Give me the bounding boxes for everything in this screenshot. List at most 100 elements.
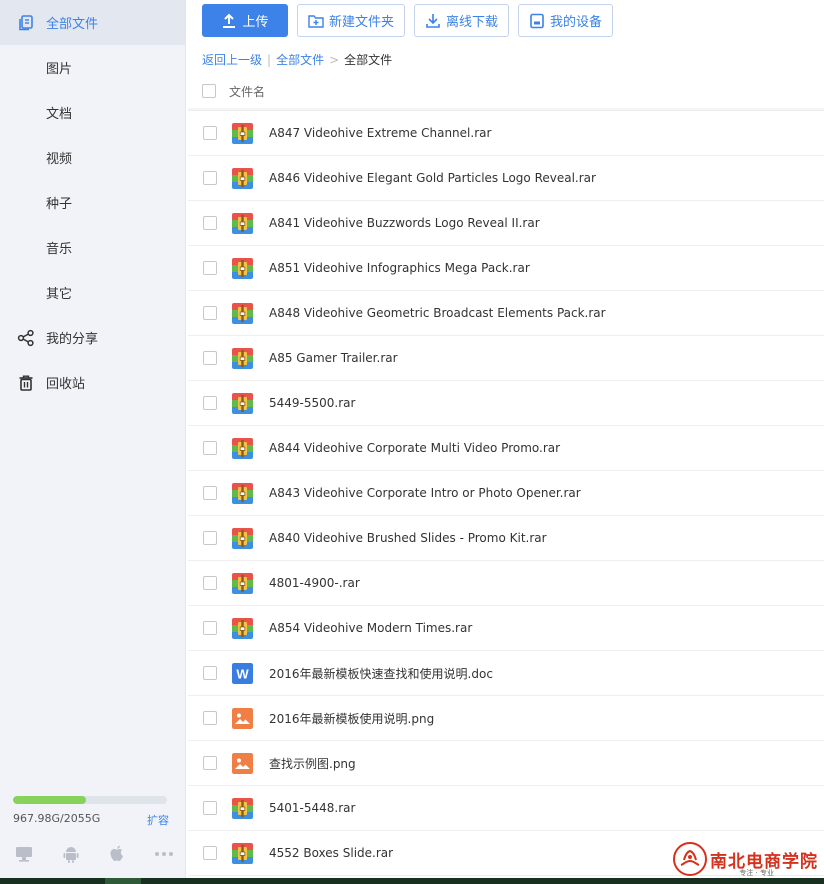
file-name[interactable]: A85 Gamer Trailer.rar — [269, 351, 398, 365]
file-row[interactable]: A85 Gamer Trailer.rar — [188, 336, 824, 381]
file-name[interactable]: A854 Videohive Modern Times.rar — [269, 621, 472, 635]
file-row[interactable]: A851 Videohive Infographics Mega Pack.ra… — [188, 246, 824, 291]
sidebar-nav: 全部文件 图片 文档 视频 种子 音乐 其它 我的分享 回收站 — [0, 0, 185, 405]
file-row[interactable]: 5401-5448.rar — [188, 786, 824, 831]
file-name[interactable]: A847 Videohive Extreme Channel.rar — [269, 126, 491, 140]
offline-download-button[interactable]: 离线下载 — [414, 4, 510, 37]
upload-button[interactable]: 上传 — [202, 4, 288, 37]
share-icon — [17, 329, 34, 346]
file-name[interactable]: A846 Videohive Elegant Gold Particles Lo… — [269, 171, 596, 185]
archive-file-icon — [232, 437, 253, 459]
desktop-icon[interactable] — [14, 844, 34, 864]
sidebar-item-recycle-bin[interactable]: 回收站 — [0, 360, 185, 405]
file-row-checkbox[interactable] — [203, 171, 217, 185]
file-row[interactable]: W 2016年最新模板快速查找和使用说明.doc — [188, 651, 824, 696]
file-row-checkbox[interactable] — [203, 576, 217, 590]
storage-usage: 967.98G/2055G 扩容 — [13, 796, 169, 828]
file-name[interactable]: 4801-4900-.rar — [269, 576, 360, 590]
apple-icon[interactable] — [107, 844, 127, 864]
file-row[interactable]: A844 Videohive Corporate Multi Video Pro… — [188, 426, 824, 471]
file-row-checkbox[interactable] — [203, 756, 217, 770]
more-icon[interactable] — [154, 844, 174, 864]
new-folder-button[interactable]: 新建文件夹 — [297, 4, 406, 37]
sidebar-item-all-files[interactable]: 全部文件 — [0, 0, 185, 45]
sidebar-item-label: 音乐 — [46, 242, 73, 257]
archive-file-icon — [232, 572, 253, 594]
file-row[interactable]: A841 Videohive Buzzwords Logo Reveal II.… — [188, 201, 824, 246]
expand-storage-link[interactable]: 扩容 — [147, 812, 169, 828]
archive-file-icon — [232, 122, 253, 144]
file-name[interactable]: 2016年最新模板使用说明.png — [269, 710, 434, 727]
file-row[interactable]: A854 Videohive Modern Times.rar — [188, 606, 824, 651]
file-row-checkbox[interactable] — [203, 396, 217, 410]
archive-file-icon — [232, 797, 253, 819]
file-name[interactable]: 2016年最新模板快速查找和使用说明.doc — [269, 665, 493, 682]
file-row[interactable]: 2016年最新模板使用说明.png — [188, 696, 824, 741]
column-header-filename[interactable]: 文件名 — [229, 83, 265, 100]
file-row-checkbox[interactable] — [203, 351, 217, 365]
file-row-checkbox[interactable] — [203, 441, 217, 455]
sidebar-item-other[interactable]: 其它 — [0, 270, 185, 315]
taskbar-strip — [0, 878, 824, 884]
device-icon — [530, 13, 544, 28]
file-name[interactable]: A840 Videohive Brushed Slides - Promo Ki… — [269, 531, 547, 545]
file-row-checkbox[interactable] — [203, 666, 217, 680]
storage-progress-bar — [13, 796, 167, 804]
file-row-checkbox[interactable] — [203, 126, 217, 140]
archive-file-icon — [232, 302, 253, 324]
file-row-checkbox[interactable] — [203, 801, 217, 815]
archive-file-icon — [232, 392, 253, 414]
file-row[interactable]: 4801-4900-.rar — [188, 561, 824, 606]
file-row-checkbox[interactable] — [203, 711, 217, 725]
file-name[interactable]: A843 Videohive Corporate Intro or Photo … — [269, 486, 581, 500]
archive-file-icon — [232, 347, 253, 369]
sidebar-item-videos[interactable]: 视频 — [0, 135, 185, 180]
image-file-icon — [232, 752, 253, 774]
breadcrumb-root-link[interactable]: 全部文件 — [276, 51, 324, 68]
file-row-checkbox[interactable] — [203, 621, 217, 635]
file-row[interactable]: A840 Videohive Brushed Slides - Promo Ki… — [188, 516, 824, 561]
file-row-checkbox[interactable] — [203, 261, 217, 275]
storage-progress-fill — [13, 796, 86, 804]
sidebar-item-my-shares[interactable]: 我的分享 — [0, 315, 185, 360]
sidebar-item-music[interactable]: 音乐 — [0, 225, 185, 270]
file-row[interactable]: 查找示例图.png — [188, 741, 824, 786]
select-all-checkbox[interactable] — [202, 84, 216, 98]
sidebar-item-images[interactable]: 图片 — [0, 45, 185, 90]
file-row[interactable]: A847 Videohive Extreme Channel.rar — [188, 111, 824, 156]
file-name[interactable]: A841 Videohive Buzzwords Logo Reveal II.… — [269, 216, 540, 230]
sidebar-item-label: 全部文件 — [46, 17, 99, 32]
file-name[interactable]: A848 Videohive Geometric Broadcast Eleme… — [269, 306, 606, 320]
sidebar-item-label: 视频 — [46, 152, 73, 167]
file-name[interactable]: A851 Videohive Infographics Mega Pack.ra… — [269, 261, 530, 275]
breadcrumb-back-link[interactable]: 返回上一级 — [202, 51, 262, 68]
sidebar-item-documents[interactable]: 文档 — [0, 90, 185, 135]
file-row[interactable]: 5449-5500.rar — [188, 381, 824, 426]
new-folder-button-label: 新建文件夹 — [329, 15, 395, 30]
archive-file-icon — [232, 527, 253, 549]
breadcrumb: 返回上一级 | 全部文件 > 全部文件 — [202, 51, 392, 68]
file-row-checkbox[interactable] — [203, 216, 217, 230]
my-devices-button[interactable]: 我的设备 — [518, 4, 614, 37]
file-row[interactable]: A843 Videohive Corporate Intro or Photo … — [188, 471, 824, 516]
file-row[interactable]: A848 Videohive Geometric Broadcast Eleme… — [188, 291, 824, 336]
android-icon[interactable] — [61, 844, 81, 864]
watermark-seal-icon — [673, 842, 707, 876]
file-name[interactable]: A844 Videohive Corporate Multi Video Pro… — [269, 441, 560, 455]
file-name[interactable]: 4552 Boxes Slide.rar — [269, 846, 393, 860]
new-folder-icon — [308, 14, 324, 28]
file-row[interactable]: A846 Videohive Elegant Gold Particles Lo… — [188, 156, 824, 201]
file-name[interactable]: 查找示例图.png — [269, 755, 356, 772]
file-row-checkbox[interactable] — [203, 846, 217, 860]
file-name[interactable]: 5401-5448.rar — [269, 801, 355, 815]
file-name[interactable]: 5449-5500.rar — [269, 396, 355, 410]
svg-text:W: W — [236, 666, 249, 681]
file-row-checkbox[interactable] — [203, 306, 217, 320]
upload-icon — [223, 13, 236, 28]
file-row-checkbox[interactable] — [203, 486, 217, 500]
sidebar-item-torrents[interactable]: 种子 — [0, 180, 185, 225]
archive-file-icon — [232, 167, 253, 189]
word-doc-icon: W — [232, 662, 253, 684]
sidebar-item-label: 文档 — [46, 107, 73, 122]
file-row-checkbox[interactable] — [203, 531, 217, 545]
